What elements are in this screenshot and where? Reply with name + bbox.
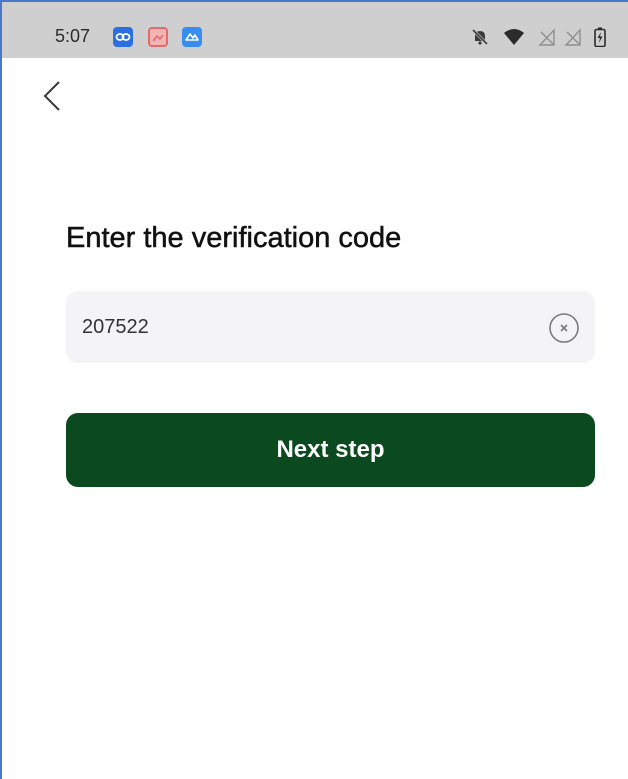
gallery-app-icon [148, 27, 168, 47]
no-signal-icon [538, 27, 556, 47]
cloud-app-icon [182, 27, 202, 47]
verification-code-field [66, 291, 595, 363]
app-screen: 5:07 Enter the verification code 207522 … [0, 0, 628, 779]
clear-input-button[interactable] [548, 312, 580, 344]
status-time: 5:07 [55, 26, 91, 46]
link-app-icon [113, 27, 133, 47]
wifi-icon [503, 27, 525, 47]
silent-bell-icon [470, 27, 490, 47]
back-button[interactable] [38, 76, 72, 116]
next-step-button[interactable]: Next step [66, 413, 595, 487]
chevron-left-icon [43, 81, 60, 111]
status-bar: 5:07 [2, 2, 628, 58]
battery-charging-icon [594, 27, 606, 48]
page-title: Enter the verification code [66, 222, 402, 255]
verification-code-input[interactable] [82, 291, 532, 363]
no-signal-icon [564, 27, 582, 47]
clear-circle-icon [549, 313, 579, 343]
